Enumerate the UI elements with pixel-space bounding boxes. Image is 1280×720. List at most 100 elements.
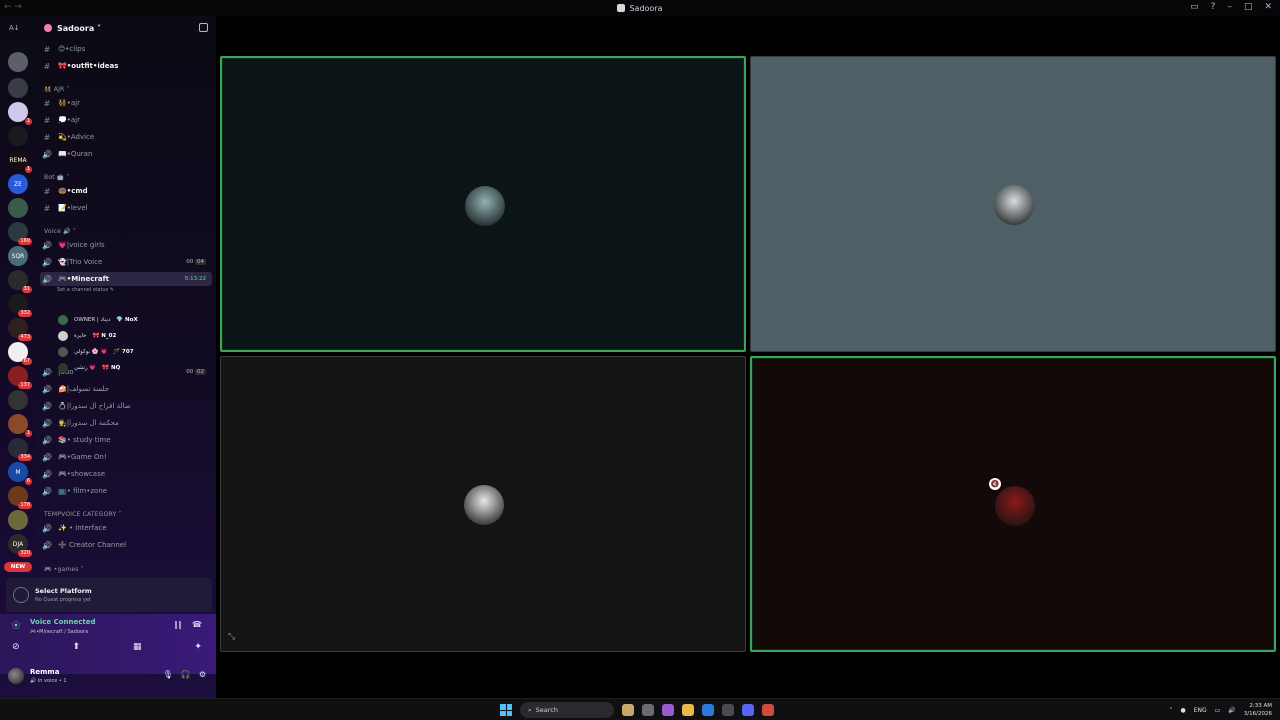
server-icon[interactable]: 137	[8, 366, 32, 389]
tray-app-icon[interactable]: ●	[1180, 707, 1185, 714]
channel-item[interactable]: 🔊 👨‍⚖️|محكمة ال سدورا	[40, 416, 212, 430]
camera-off-icon[interactable]: ⊘	[12, 642, 20, 652]
channel-item[interactable]: 🔊 💗|voice girls	[40, 238, 212, 252]
minimize-icon[interactable]: –	[1227, 2, 1232, 12]
disconnect-icon[interactable]: ☎	[192, 620, 202, 629]
server-icon[interactable]: DJA 320	[8, 534, 32, 557]
channel-item[interactable]: 🔊 📖•Quran	[40, 147, 212, 161]
voice-user[interactable]: رتشي 💗 🎀 NQ	[58, 361, 120, 375]
video-tile[interactable]: 🔇	[750, 356, 1276, 652]
screen-share-icon[interactable]: ⬆	[72, 642, 80, 652]
avatar[interactable]	[8, 668, 24, 684]
direct-messages-icon[interactable]: A↓	[9, 24, 20, 32]
server-icon[interactable]	[8, 510, 28, 530]
voice-channel[interactable]: 🎮•Minecraft / Sadoora	[30, 629, 88, 635]
discord-icon[interactable]	[742, 704, 754, 716]
new-badge[interactable]: NEW	[4, 562, 32, 572]
channel-category[interactable]: Bot 🤖 ˅	[44, 174, 70, 181]
server-icon[interactable]: ZE	[8, 174, 28, 194]
chrome-icon[interactable]	[762, 704, 774, 716]
task-view-icon[interactable]	[642, 704, 654, 716]
voice-user[interactable]: OWNER | ديناد 💎 NoX	[58, 313, 138, 327]
soundboard-button-icon[interactable]: ✦	[194, 642, 202, 652]
quest-card[interactable]: Select Platform No Quest progress yet	[6, 578, 212, 612]
channel-item[interactable]: 🔊 🍰|جلسة تسولف	[40, 382, 212, 396]
back-forward-icon[interactable]: ← →	[4, 2, 22, 12]
channel-item[interactable]: # 🍩•cmd	[40, 184, 212, 198]
channel-item[interactable]: 🔊 💍|صالة افراح ال سدورا	[40, 399, 212, 413]
channel-category[interactable]: 🎮 •games ˅	[44, 566, 84, 573]
voice-status[interactable]: Voice Connected	[30, 618, 96, 626]
channel-item[interactable]: # 😊•clips	[40, 42, 212, 56]
server-icon[interactable]: SQR	[8, 246, 28, 266]
channel-item[interactable]: # 💫•Advice	[40, 130, 212, 144]
server-icon[interactable]: 334	[8, 438, 32, 461]
settings-gear-icon[interactable]: ⚙	[199, 670, 206, 679]
help-icon[interactable]: ?	[1211, 2, 1216, 12]
edge-icon[interactable]	[702, 704, 714, 716]
signal-icon[interactable]: ⦿	[12, 620, 20, 631]
voice-user-tag: 🎀 NQ	[102, 365, 121, 371]
start-icon[interactable]	[500, 704, 512, 716]
server-icon[interactable]: REMA 1	[8, 150, 32, 173]
channel-item[interactable]: 🔊 👻|Trio Voice 00 04	[40, 255, 212, 269]
channel-item[interactable]: # 🎀•outfit•ideas	[40, 59, 212, 73]
server-header[interactable]: Sadoora ˅	[36, 16, 216, 40]
maximize-icon[interactable]: □	[1244, 2, 1253, 12]
taskbar-search[interactable]: ⌕ Search	[520, 702, 614, 718]
channel-category[interactable]: TEMPVOICE CATEGORY ˅	[44, 511, 122, 518]
video-tile[interactable]	[220, 56, 746, 352]
video-tile[interactable]	[220, 356, 746, 652]
channel-item[interactable]: 🔊 ✨ • interface	[40, 521, 212, 535]
server-icon[interactable]: 178	[8, 486, 32, 509]
server-icon[interactable]: 332	[8, 294, 32, 317]
volume-icon[interactable]: 🔊	[1228, 707, 1235, 714]
headphones-icon[interactable]: 🎧	[181, 670, 191, 679]
clock[interactable]: 2:33 AM 3/16/2026	[1244, 702, 1272, 718]
voice-user[interactable]: خايرة 🎀 N_02	[58, 329, 116, 343]
server-icon[interactable]: 31	[8, 270, 32, 293]
channel-item[interactable]: 🔊 🎮•showcase	[40, 467, 212, 481]
copilot-icon[interactable]	[662, 704, 674, 716]
text-channel-icon: #	[43, 203, 51, 213]
language-indicator[interactable]: ENG	[1194, 707, 1207, 714]
server-icon[interactable]	[8, 52, 28, 72]
channel-category[interactable]: 👯 AJR ˅	[44, 86, 70, 93]
user-name[interactable]: Remma	[30, 668, 59, 676]
minimize-call-icon[interactable]: ⤡	[228, 632, 235, 642]
tray-chevron-icon[interactable]: ˄	[1169, 707, 1172, 714]
activities-icon[interactable]: ▦	[133, 642, 142, 652]
store-icon[interactable]	[722, 704, 734, 716]
network-icon[interactable]: ▭	[1215, 707, 1221, 714]
voice-user[interactable]: بوكولي 🌸 💗 🪄 707	[58, 345, 134, 359]
invite-icon[interactable]	[199, 23, 208, 32]
server-icon[interactable]	[8, 126, 28, 146]
channel-item[interactable]: # 📝•level	[40, 201, 212, 215]
channel-item[interactable]: # 👯•ajr	[40, 96, 212, 110]
server-icon[interactable]	[8, 78, 28, 98]
soundboard-icon[interactable]: ‖‖	[174, 620, 182, 629]
server-icon[interactable]: M6	[8, 462, 32, 485]
server-icon[interactable]: 160	[8, 222, 32, 245]
channel-status-hint[interactable]: Set a channel status ✎	[57, 287, 114, 293]
channel-item[interactable]: 🔊 ➕ Creator Channel	[40, 538, 212, 552]
server-icon[interactable]	[8, 198, 28, 218]
channel-item[interactable]: 🔊 🎮•Game On!	[40, 450, 212, 464]
channel-item[interactable]: 🔊 📺• film•zone	[40, 484, 212, 498]
microphone-icon[interactable]: 🎙	[163, 670, 173, 679]
server-icon[interactable]: 1	[8, 414, 32, 437]
channel-item[interactable]: 🔊 📚• study time	[40, 433, 212, 447]
file-explorer-icon[interactable]	[682, 704, 694, 716]
quest-title: Select Platform	[35, 587, 92, 595]
server-icon[interactable]	[8, 390, 28, 410]
widgets-icon[interactable]	[622, 704, 634, 716]
inbox-icon[interactable]: ▭	[1190, 2, 1199, 12]
channel-item[interactable]: 🔊 🎮•Minecraft 5:13:22	[40, 272, 212, 286]
close-icon[interactable]: ✕	[1264, 2, 1272, 12]
server-icon[interactable]: 473	[8, 318, 32, 341]
video-tile[interactable]	[750, 56, 1276, 352]
channel-item[interactable]: # 💭•ajr	[40, 113, 212, 127]
server-icon[interactable]: 1	[8, 102, 32, 125]
server-icon[interactable]: 67	[8, 342, 32, 365]
channel-category[interactable]: Voice 🔊 ˅	[44, 228, 76, 235]
